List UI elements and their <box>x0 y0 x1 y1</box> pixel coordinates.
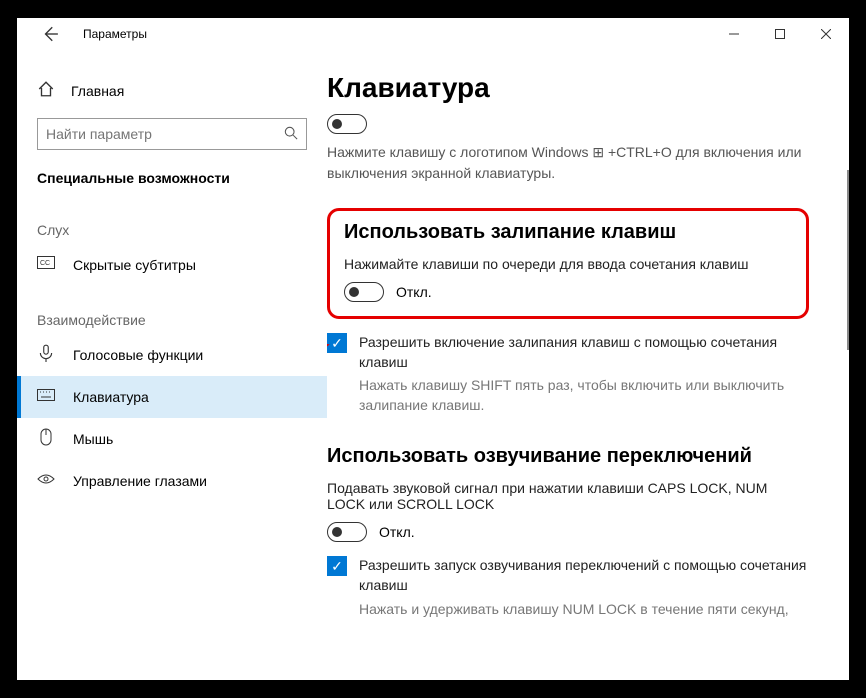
sidebar-item-label: Мышь <box>73 431 113 447</box>
eye-icon <box>37 470 55 492</box>
sticky-allow-label: Разрешить включение залипания клавиш с п… <box>359 333 809 372</box>
svg-text:CC: CC <box>40 260 50 267</box>
maximize-icon <box>775 29 785 39</box>
sidebar-item-label: Скрытые субтитры <box>73 257 196 273</box>
window-controls <box>711 18 849 50</box>
microphone-icon <box>37 344 55 366</box>
sticky-allow-row: ✓ Разрешить включение залипания клавиш с… <box>327 333 809 372</box>
mouse-icon <box>37 428 55 450</box>
toggle-allow-label: Разрешить запуск озвучивания переключени… <box>359 556 809 595</box>
captions-icon: CC <box>37 254 55 276</box>
toggle-keys-heading: Использовать озвучивание переключений <box>327 445 809 468</box>
sticky-keys-toggle[interactable] <box>344 282 384 302</box>
window-title: Параметры <box>83 27 147 41</box>
toggle-keys-state: Откл. <box>379 524 415 540</box>
close-button[interactable] <box>803 18 849 50</box>
close-icon <box>821 29 831 39</box>
sticky-allow-checkbox[interactable]: ✓ <box>327 333 347 353</box>
sidebar-item-mouse[interactable]: Мышь <box>17 418 327 460</box>
sticky-keys-section-highlighted: Использовать залипание клавиш Нажимайте … <box>327 208 809 319</box>
home-label: Главная <box>71 83 124 99</box>
toggle-allow-hint: Нажать и удерживать клавишу NUM LOCK в т… <box>359 600 809 620</box>
toggle-allow-row: ✓ Разрешить запуск озвучивания переключе… <box>327 556 809 595</box>
sticky-keys-state: Откл. <box>396 284 432 300</box>
osk-hint-text: Нажмите клавишу с логотипом Windows ⊞ +C… <box>327 142 809 184</box>
sticky-keys-heading: Использовать залипание клавиш <box>344 221 792 244</box>
sidebar-section-title: Специальные возможности <box>17 162 327 196</box>
toggle-keys-toggle[interactable] <box>327 522 367 542</box>
search-icon <box>284 126 298 143</box>
sidebar-item-eye[interactable]: Управление глазами <box>17 460 327 502</box>
content-area: Клавиатура Нажмите клавишу с логотипом W… <box>327 50 849 680</box>
keyboard-icon <box>37 386 55 408</box>
sticky-allow-hint: Нажать клавишу SHIFT пять раз, чтобы вкл… <box>359 376 809 415</box>
scrollbar[interactable] <box>847 170 849 350</box>
minimize-icon <box>729 29 739 39</box>
sidebar-item-label: Управление глазами <box>73 473 207 489</box>
toggle-allow-checkbox[interactable]: ✓ <box>327 556 347 576</box>
maximize-button[interactable] <box>757 18 803 50</box>
osk-toggle[interactable] <box>327 114 367 134</box>
arrow-left-icon <box>41 25 59 43</box>
titlebar: Параметры <box>17 18 849 50</box>
settings-window: Параметры Главная <box>17 18 849 680</box>
sidebar-item-label: Клавиатура <box>73 389 149 405</box>
osk-toggle-partial <box>327 114 809 134</box>
minimize-button[interactable] <box>711 18 757 50</box>
sidebar-item-captions[interactable]: CC Скрытые субтитры <box>17 244 327 286</box>
group-interaction-label: Взаимодействие <box>17 286 327 334</box>
sidebar-home[interactable]: Главная <box>17 70 327 112</box>
sticky-keys-desc: Нажимайте клавиши по очереди для ввода с… <box>344 256 792 272</box>
home-icon <box>37 80 55 102</box>
group-hearing-label: Слух <box>17 196 327 244</box>
sidebar-item-speech[interactable]: Голосовые функции <box>17 334 327 376</box>
sidebar-item-keyboard[interactable]: Клавиатура <box>17 376 327 418</box>
sidebar-item-label: Голосовые функции <box>73 347 203 363</box>
page-title: Клавиатура <box>327 72 809 104</box>
sidebar: Главная Специальные возможности Слух CC … <box>17 50 327 680</box>
toggle-keys-desc: Подавать звуковой сигнал при нажатии кла… <box>327 480 809 512</box>
search-box[interactable] <box>37 118 307 150</box>
back-button[interactable] <box>35 19 65 49</box>
search-input[interactable] <box>46 126 284 142</box>
